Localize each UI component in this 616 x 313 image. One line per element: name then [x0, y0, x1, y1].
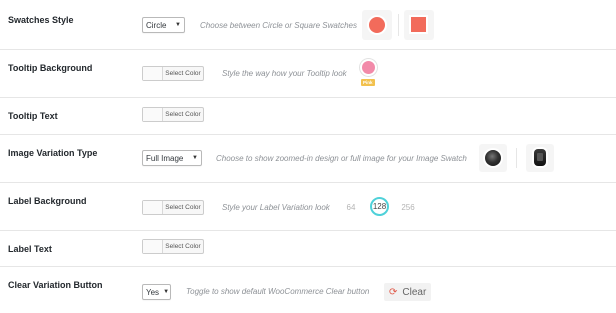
tooltip-swatch [362, 61, 375, 74]
label-swatch-256: 256 [401, 203, 415, 212]
color-preview [143, 201, 163, 214]
zoomed-image-swatch [485, 150, 501, 166]
swatches-style-preview [362, 10, 392, 40]
select-color-label: Select Color [165, 70, 201, 77]
chevron-down-icon: ▼ [192, 155, 198, 161]
clear-button-preview[interactable]: ⟳ Clear [384, 283, 432, 301]
chevron-down-icon: ▼ [175, 22, 181, 28]
swatches-style-preview-square [404, 10, 434, 40]
clear-variation-button-label: Clear Variation Button [8, 280, 103, 290]
tooltip-background-description: Style the way how your Tooltip look [222, 69, 347, 78]
divider [516, 148, 517, 168]
label-background-color-button[interactable]: Select Color [142, 200, 204, 215]
color-preview [143, 67, 163, 80]
clear-variation-select[interactable]: Yes ▼ [142, 284, 171, 300]
tooltip-background-color-button[interactable]: Select Color [142, 66, 204, 81]
label-swatch-128: 128 [370, 197, 389, 216]
select-color-label: Select Color [165, 243, 201, 250]
image-variation-type-value: Full Image [146, 153, 184, 163]
row-divider [0, 49, 616, 50]
color-preview [143, 240, 163, 253]
row-divider [0, 230, 616, 231]
tooltip-background-label: Tooltip Background [8, 63, 93, 73]
clear-variation-value: Yes [146, 287, 160, 297]
circle-swatch [369, 17, 385, 33]
swatches-style-label: Swatches Style [8, 15, 74, 25]
image-variation-type-description: Choose to show zoomed-in design or full … [216, 154, 467, 163]
row-divider [0, 134, 616, 135]
color-preview [143, 108, 163, 121]
select-color-label: Select Color [165, 111, 201, 118]
refresh-icon: ⟳ [389, 286, 398, 298]
label-background-label: Label Background [8, 196, 87, 206]
clear-variation-description: Toggle to show default WooCommerce Clear… [186, 287, 370, 296]
label-swatch-64: 64 [346, 203, 356, 212]
row-divider [0, 97, 616, 98]
chevron-down-icon: ▼ [163, 289, 170, 295]
select-color-label: Select Color [165, 204, 201, 211]
tooltip-badge: Pink [361, 79, 375, 86]
swatches-style-description: Choose between Circle or Square Swatches [200, 21, 357, 30]
label-background-description: Style your Label Variation look [222, 203, 330, 212]
label-text-label: Label Text [8, 244, 52, 254]
divider [398, 14, 399, 36]
image-swatch-preview-full [526, 144, 554, 172]
row-divider [0, 266, 616, 267]
label-text-color-button[interactable]: Select Color [142, 239, 204, 254]
image-variation-type-select[interactable]: Full Image ▼ [142, 150, 202, 166]
image-variation-type-label: Image Variation Type [8, 148, 98, 158]
full-image-swatch [534, 149, 546, 166]
tooltip-text-color-button[interactable]: Select Color [142, 107, 204, 122]
swatches-style-value: Circle [146, 20, 167, 30]
tooltip-text-label: Tooltip Text [8, 111, 58, 121]
square-swatch [411, 17, 426, 32]
image-swatch-preview [479, 144, 507, 172]
swatches-style-select[interactable]: Circle ▼ [142, 17, 185, 33]
row-divider [0, 182, 616, 183]
clear-button-label: Clear [402, 286, 427, 298]
